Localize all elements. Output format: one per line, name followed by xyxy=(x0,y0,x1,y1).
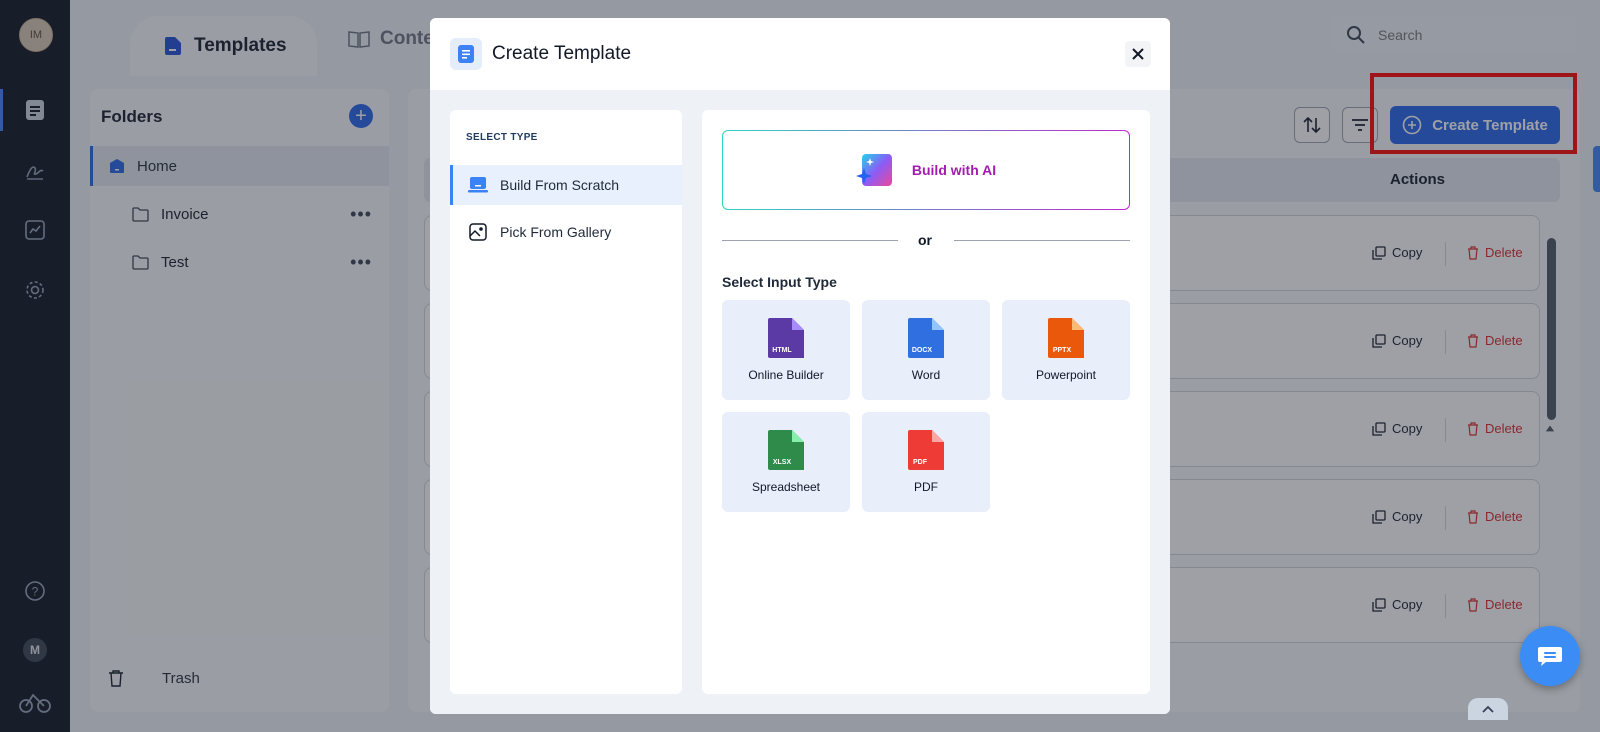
or-text: or xyxy=(918,232,932,248)
divider-line xyxy=(954,240,1130,241)
scroll-top-button[interactable] xyxy=(1468,698,1508,720)
modal-body: SELECT TYPE Build From Scratch Pick From… xyxy=(430,90,1170,714)
input-type-powerpoint[interactable]: PPTX Powerpoint xyxy=(1002,300,1130,400)
chevron-up-icon xyxy=(1482,705,1494,713)
type-pick-from-gallery[interactable]: Pick From Gallery xyxy=(450,212,682,252)
type-label: Build From Scratch xyxy=(500,177,620,193)
input-type-spreadsheet[interactable]: XLSX Spreadsheet xyxy=(722,412,850,512)
chat-icon xyxy=(1538,647,1562,666)
select-input-type-heading: Select Input Type xyxy=(722,274,837,290)
create-template-modal: Create Template SELECT TYPE Build From S… xyxy=(430,18,1170,714)
file-badge: XLSX xyxy=(773,459,792,466)
type-build-from-scratch[interactable]: Build From Scratch xyxy=(450,165,682,205)
file-badge: PPTX xyxy=(1053,347,1072,354)
file-badge: PDF xyxy=(913,459,928,466)
laptop-icon xyxy=(468,177,488,193)
input-type-label: Powerpoint xyxy=(1035,368,1097,382)
gallery-icon xyxy=(469,223,487,241)
modal-title: Create Template xyxy=(492,43,632,64)
input-type-label: Word xyxy=(911,368,941,382)
close-button[interactable] xyxy=(1125,41,1151,67)
ai-sparkle-icon xyxy=(855,154,892,186)
input-type-label: Spreadsheet xyxy=(751,480,821,494)
type-label: Pick From Gallery xyxy=(500,224,612,240)
file-badge: DOCX xyxy=(912,347,933,354)
input-type-panel: Build with AI or Select Input Type HTML … xyxy=(702,110,1150,694)
build-with-ai-button[interactable]: Build with AI xyxy=(722,130,1130,210)
html-file-icon: HTML xyxy=(768,318,804,358)
pdf-file-icon: PDF xyxy=(908,430,944,470)
modal-header: Create Template xyxy=(430,18,1170,90)
input-type-label: PDF xyxy=(914,480,938,494)
input-type-label: Online Builder xyxy=(748,368,824,382)
template-doc-icon xyxy=(450,38,482,70)
file-badge: HTML xyxy=(772,347,792,354)
docx-file-icon: DOCX xyxy=(908,318,944,358)
input-type-pdf[interactable]: PDF PDF xyxy=(862,412,990,512)
chat-button[interactable] xyxy=(1520,626,1580,686)
or-divider: or xyxy=(722,232,1130,248)
input-type-word[interactable]: DOCX Word xyxy=(862,300,990,400)
close-icon xyxy=(1132,48,1144,60)
divider-line xyxy=(722,240,898,241)
build-with-ai-label: Build with AI xyxy=(911,162,997,178)
select-type-heading: SELECT TYPE xyxy=(466,132,538,143)
pptx-file-icon: PPTX xyxy=(1048,318,1084,358)
input-type-online-builder[interactable]: HTML Online Builder xyxy=(722,300,850,400)
xlsx-file-icon: XLSX xyxy=(768,430,804,470)
select-type-panel: SELECT TYPE Build From Scratch Pick From… xyxy=(450,110,682,694)
